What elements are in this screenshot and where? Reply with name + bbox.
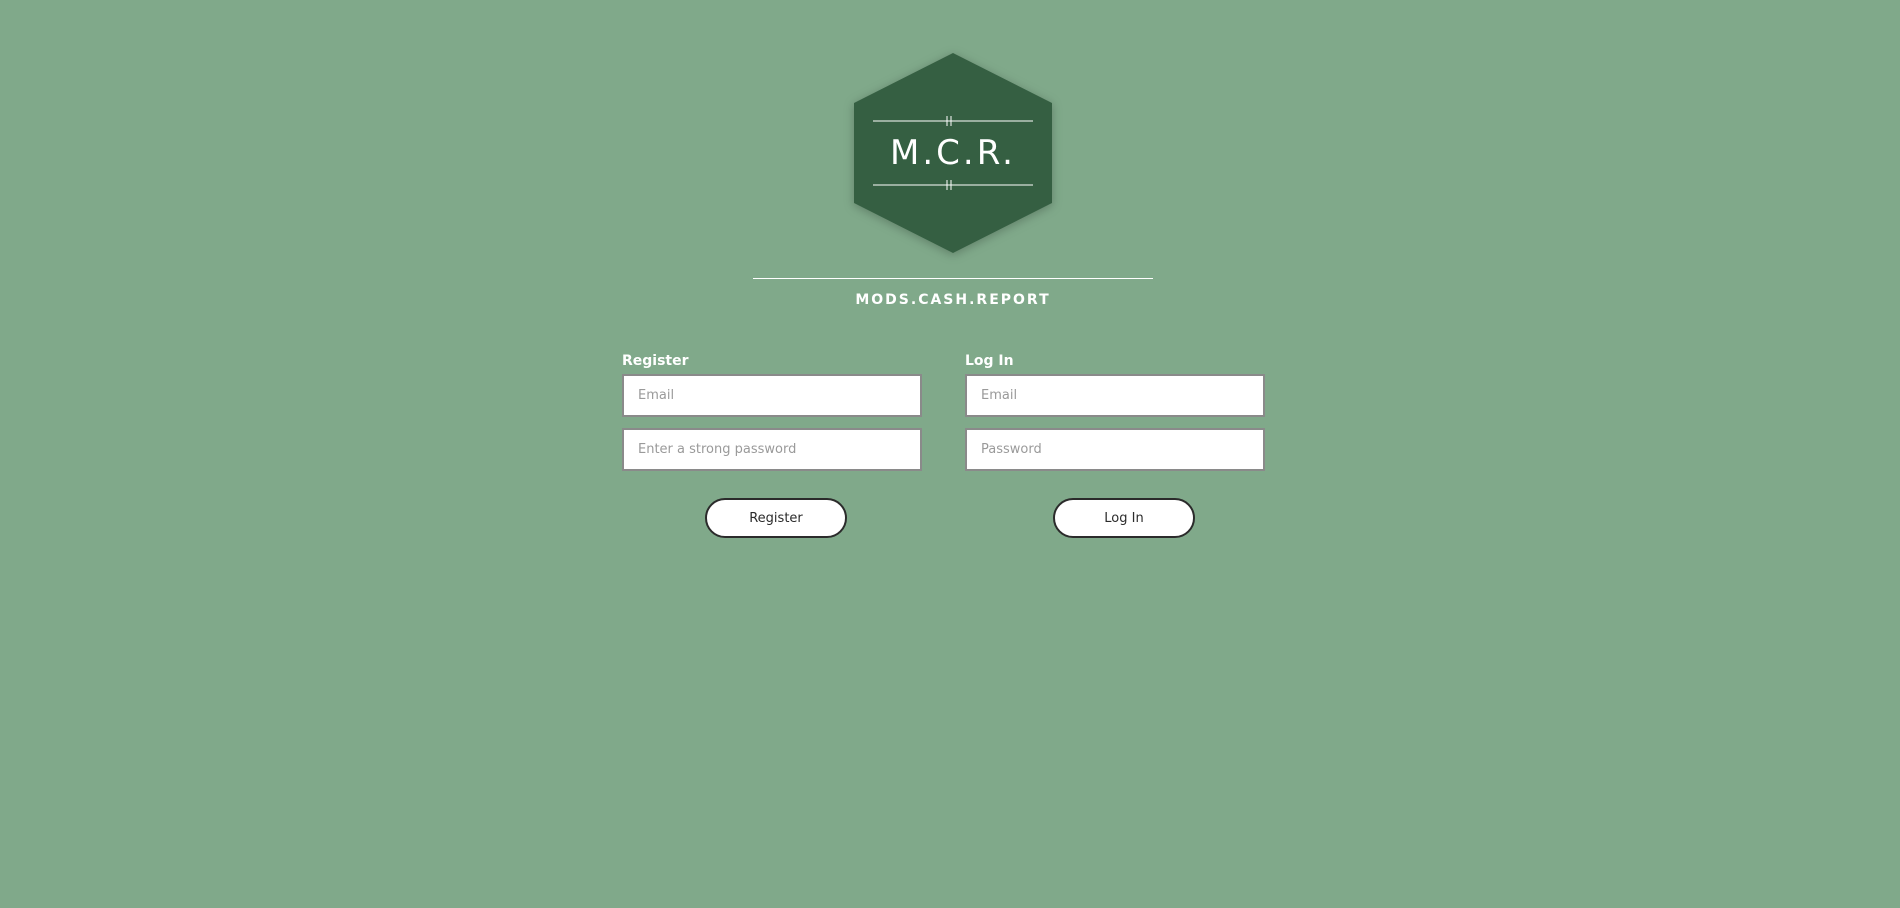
login-button[interactable]: Log In xyxy=(1053,498,1195,538)
logo-wordmark: M.C.R. xyxy=(890,133,1016,173)
login-email-input[interactable] xyxy=(965,374,1265,417)
register-password-input[interactable] xyxy=(622,428,922,471)
mcr-logo: M.C.R. xyxy=(852,52,1054,254)
login-heading: Log In xyxy=(965,353,1014,369)
tagline-divider xyxy=(753,278,1153,279)
login-form: Log In xyxy=(965,352,1265,482)
register-heading: Register xyxy=(622,353,689,369)
login-password-input[interactable] xyxy=(965,428,1265,471)
register-form: Register xyxy=(622,352,922,482)
site-tagline: MODS.CASH.REPORT xyxy=(855,292,1051,308)
register-email-input[interactable] xyxy=(622,374,922,417)
register-button[interactable]: Register xyxy=(705,498,847,538)
